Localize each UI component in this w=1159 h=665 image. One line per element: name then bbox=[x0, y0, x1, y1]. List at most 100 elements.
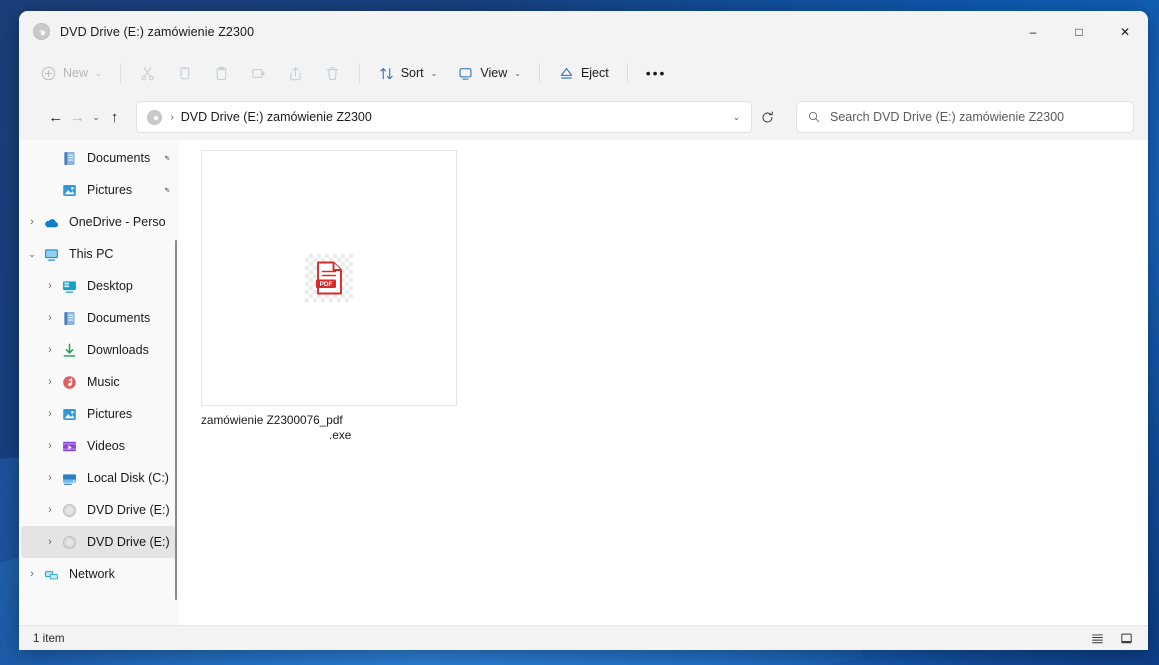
overflow-menu-button[interactable]: ••• bbox=[637, 57, 676, 89]
copy-icon bbox=[180, 66, 189, 79]
chevron-right-icon[interactable]: › bbox=[39, 408, 61, 420]
sidebar-item-label: Documents bbox=[87, 311, 151, 325]
maximize-button[interactable]: □ bbox=[1056, 11, 1102, 52]
eject-button-label: Eject bbox=[580, 66, 609, 80]
ellipsis-icon: ••• bbox=[645, 65, 667, 81]
pictures-icon bbox=[63, 184, 76, 196]
disc-icon bbox=[61, 534, 78, 551]
eject-button[interactable]: Eject bbox=[549, 57, 618, 89]
chevron-down-icon: ⌄ bbox=[514, 68, 521, 78]
rename-button[interactable] bbox=[241, 57, 276, 89]
title-bar: DVD Drive (E:) zamówienie Z2300 – □ ✕ bbox=[19, 11, 1148, 52]
up-button[interactable]: ↑ bbox=[104, 102, 126, 132]
search-box[interactable]: Search DVD Drive (E:) zamówienie Z2300 bbox=[795, 101, 1134, 133]
file-list-pane[interactable]: PDF zamówienie Z2300076_pdf .exe bbox=[179, 140, 1148, 625]
recent-locations-button[interactable]: ⌄ bbox=[88, 102, 104, 132]
address-dropdown-icon[interactable]: ⌄ bbox=[723, 112, 749, 123]
sidebar-item-music[interactable]: › Music bbox=[21, 366, 177, 398]
search-input[interactable]: Search DVD Drive (E:) zamówienie Z2300 bbox=[830, 110, 1064, 124]
chevron-right-icon[interactable]: › bbox=[39, 536, 61, 548]
sidebar-item-label: Documents bbox=[87, 151, 151, 165]
chevron-right-icon[interactable]: › bbox=[39, 280, 61, 292]
share-icon bbox=[290, 66, 301, 80]
chevron-down-icon[interactable]: ⌄ bbox=[21, 249, 43, 259]
scissors-icon bbox=[141, 66, 154, 80]
address-row: ← → ⌄ ↑ › DVD Drive (E:) zamówienie Z230… bbox=[19, 94, 1148, 140]
sidebar-item-downloads[interactable]: › Downloads bbox=[21, 334, 177, 366]
forward-button[interactable]: → bbox=[67, 102, 89, 132]
sidebar-item-label: Desktop bbox=[87, 279, 133, 293]
eject-icon bbox=[560, 67, 573, 79]
sidebar-item-label: Pictures bbox=[87, 183, 133, 197]
sidebar-item-desktop[interactable]: › Desktop bbox=[21, 270, 177, 302]
title-bar-left: DVD Drive (E:) zamówienie Z2300 bbox=[19, 23, 254, 40]
harddisk-icon bbox=[61, 470, 78, 487]
videos-icon bbox=[61, 438, 78, 455]
details-view-toggle[interactable] bbox=[1085, 628, 1109, 649]
pin-icon[interactable]: ✒ bbox=[161, 151, 173, 164]
pictures-icon bbox=[61, 406, 78, 423]
sidebar-scrollbar[interactable] bbox=[175, 240, 177, 600]
chevron-right-icon[interactable]: › bbox=[21, 216, 43, 228]
chevron-right-icon[interactable]: › bbox=[39, 440, 61, 452]
cut-button[interactable] bbox=[130, 57, 165, 89]
back-button[interactable]: ← bbox=[45, 102, 67, 132]
view-toggle-group bbox=[1085, 628, 1138, 649]
command-toolbar: New ⌄ Sort ⌄ View ⌄ Eject ••• bbox=[19, 52, 1148, 94]
refresh-button[interactable] bbox=[756, 102, 778, 132]
onedrive-icon bbox=[43, 214, 60, 231]
sidebar-item-documents[interactable]: › Documents bbox=[21, 302, 177, 334]
sidebar-item-documents[interactable]: Documents ✒ bbox=[21, 142, 177, 174]
sort-button[interactable]: Sort ⌄ bbox=[369, 57, 447, 89]
view-button[interactable]: View ⌄ bbox=[448, 57, 530, 89]
sidebar-item-this-pc[interactable]: ⌄ This PC bbox=[21, 238, 177, 270]
breadcrumb-path[interactable]: DVD Drive (E:) zamówienie Z2300 bbox=[181, 110, 724, 124]
sidebar-item-dvd-drive-e-z[interactable]: › DVD Drive (E:) z bbox=[21, 494, 177, 526]
sidebar-item-network[interactable]: › Network bbox=[21, 558, 177, 590]
downloads-icon bbox=[63, 343, 76, 357]
chevron-right-icon[interactable]: › bbox=[39, 312, 61, 324]
tree-indent-spacer bbox=[39, 186, 61, 195]
network-icon bbox=[43, 566, 60, 583]
sidebar-item-videos[interactable]: › Videos bbox=[21, 430, 177, 462]
chevron-right-icon[interactable]: › bbox=[39, 504, 61, 516]
documents-icon bbox=[61, 150, 78, 167]
pdf-file-icon: PDF bbox=[316, 261, 342, 295]
desktop-icon bbox=[61, 278, 78, 295]
item-count-label: 1 item bbox=[33, 631, 65, 645]
close-button[interactable]: ✕ bbox=[1102, 11, 1148, 52]
address-bar[interactable]: › DVD Drive (E:) zamówienie Z2300 ⌄ bbox=[136, 101, 753, 133]
sidebar-item-onedrive-perso[interactable]: › OneDrive - Perso bbox=[21, 206, 177, 238]
minimize-button[interactable]: – bbox=[1010, 11, 1056, 52]
paste-button[interactable] bbox=[204, 57, 239, 89]
share-button[interactable] bbox=[278, 57, 313, 89]
refresh-icon bbox=[762, 110, 773, 122]
copy-button[interactable] bbox=[167, 57, 202, 89]
harddisk-icon bbox=[63, 473, 76, 485]
delete-button[interactable] bbox=[315, 57, 350, 89]
sidebar-item-pictures[interactable]: Pictures ✒ bbox=[21, 174, 177, 206]
paste-icon bbox=[216, 66, 226, 80]
sidebar-item-local-disk-c[interactable]: › Local Disk (C:) bbox=[21, 462, 177, 494]
chevron-right-icon[interactable]: › bbox=[39, 376, 61, 388]
trash-icon bbox=[326, 66, 338, 80]
file-name-line2: .exe bbox=[329, 428, 352, 442]
status-bar: 1 item bbox=[19, 625, 1148, 650]
file-item[interactable]: PDF bbox=[201, 150, 457, 406]
disc-icon bbox=[33, 23, 50, 40]
pin-icon[interactable]: ✒ bbox=[161, 183, 173, 196]
thumbnails-view-toggle[interactable] bbox=[1114, 628, 1138, 649]
chevron-right-icon[interactable]: › bbox=[21, 568, 43, 580]
sidebar-item-label: Network bbox=[69, 567, 115, 581]
disc-icon bbox=[61, 502, 78, 519]
sidebar-item-pictures[interactable]: › Pictures bbox=[21, 398, 177, 430]
explorer-body: Documents ✒ Pictures ✒ › OneDrive - Perso ⌄ … bbox=[19, 140, 1148, 625]
desktop-icon bbox=[63, 280, 76, 293]
file-name-line1: zamówienie Z2300076_pdf bbox=[201, 413, 343, 427]
chevron-right-icon[interactable]: › bbox=[39, 344, 61, 356]
sidebar-item-label: DVD Drive (E:) z bbox=[87, 503, 171, 517]
chevron-right-icon[interactable]: › bbox=[39, 472, 61, 484]
onedrive-icon bbox=[45, 218, 59, 227]
new-button[interactable]: New ⌄ bbox=[31, 57, 111, 89]
sidebar-item-dvd-drive-e-za[interactable]: › DVD Drive (E:) za bbox=[21, 526, 177, 558]
